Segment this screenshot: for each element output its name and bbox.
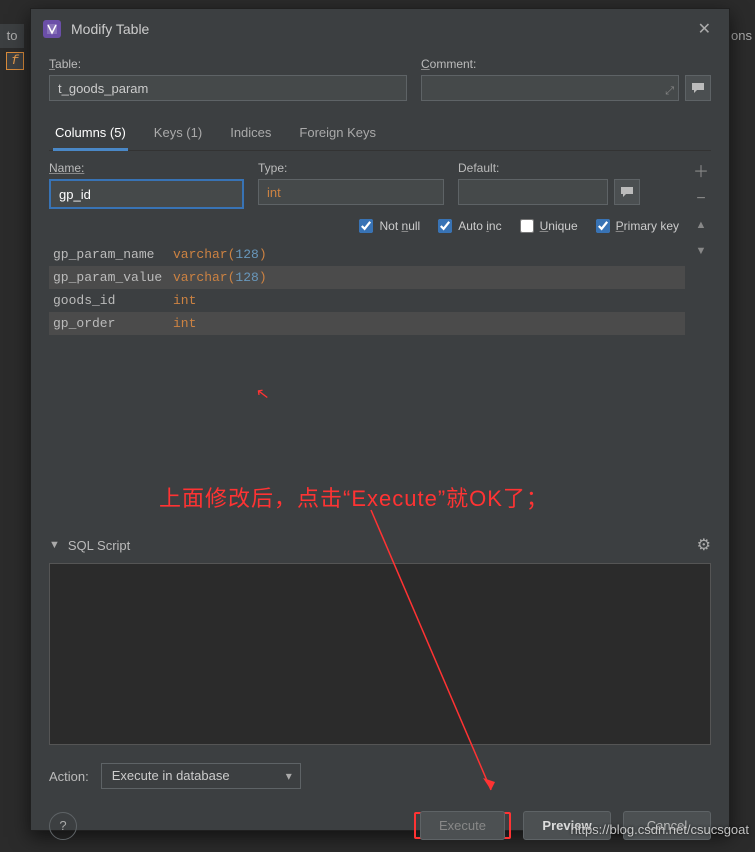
default-label: Default: [458, 161, 640, 175]
help-button[interactable]: ? [49, 812, 77, 840]
annotation-small-arrow: ↖ [255, 383, 271, 405]
table-input[interactable] [49, 75, 407, 101]
unique-check[interactable]: UniqueUnique [520, 219, 578, 233]
action-label: Action: [49, 769, 89, 784]
modify-table-dialog: Modify Table ✕ TaTable:ble: Comment:Comm… [30, 8, 730, 831]
column-tools: ＋ − ▲ ▼ [691, 165, 711, 335]
tabs: Columns (5) Keys (1) Indices Foreign Key… [49, 119, 711, 151]
window-title: Modify Table [71, 21, 682, 37]
list-item[interactable]: gp_order int [49, 312, 685, 335]
annotation-arrow [371, 510, 491, 800]
background-fragment-left: to [0, 24, 24, 48]
sql-script-label: SQL Script [68, 538, 130, 553]
tab-columns[interactable]: Columns (5) [53, 119, 128, 150]
execute-highlight: Execute [414, 812, 511, 839]
background-fragment-right: ons [731, 24, 755, 48]
comment-edit-button[interactable] [685, 75, 711, 101]
tab-keys[interactable]: Keys (1) [152, 119, 204, 150]
expand-icon[interactable]: ⤢ [665, 85, 674, 98]
list-item[interactable]: gp_param_name varchar(128) [49, 243, 685, 266]
primary-key-check[interactable]: Primary keyPrimary key [596, 219, 679, 233]
move-down-icon[interactable]: ▼ [696, 243, 707, 259]
speech-bubble-icon [620, 185, 634, 199]
column-editor: Name: Type: Default: [49, 161, 685, 335]
tab-indices[interactable]: Indices [228, 119, 273, 150]
watermark: https://blog.csdn.net/csucsgoat [571, 822, 750, 837]
comment-label: Comment:Comment: [421, 57, 711, 71]
column-type-input[interactable] [258, 179, 444, 205]
chevron-down-icon: ▼ [49, 539, 60, 551]
action-select[interactable]: Execute in database [101, 763, 301, 789]
close-icon[interactable]: ✕ [692, 17, 717, 41]
table-label: TaTable:ble: [49, 57, 407, 71]
sidebar-function-icon: f [6, 52, 24, 70]
default-edit-button[interactable] [614, 179, 640, 205]
execute-button[interactable]: Execute [420, 811, 505, 840]
type-label: Type: [258, 161, 444, 175]
auto-inc-check[interactable]: Auto incAuto inc [438, 219, 501, 233]
not-null-check[interactable]: Not nullNot null [359, 219, 420, 233]
app-icon [43, 20, 61, 38]
gear-icon[interactable]: ⚙ [697, 535, 711, 555]
titlebar: Modify Table ✕ [31, 9, 729, 49]
name-label: Name: [49, 161, 244, 175]
annotation-text: 上面修改后，点击“Execute”就OK了； [159, 481, 549, 513]
column-checks: Not nullNot null Auto incAuto inc Unique… [49, 219, 685, 233]
table-field: TaTable:ble: [49, 57, 407, 101]
remove-column-icon[interactable]: − [696, 191, 705, 207]
tab-foreign-keys[interactable]: Foreign Keys [297, 119, 378, 150]
columns-list: gp_param_name varchar(128) gp_param_valu… [49, 243, 685, 335]
move-up-icon[interactable]: ▲ [696, 217, 707, 233]
list-item[interactable]: goods_id int [49, 289, 685, 312]
column-default-input[interactable] [458, 179, 608, 205]
add-column-icon[interactable]: ＋ [693, 165, 709, 181]
comment-field: Comment:Comment: ⤢ [421, 57, 711, 101]
column-name-input[interactable] [49, 179, 244, 209]
list-item[interactable]: gp_param_value varchar(128) [49, 266, 685, 289]
speech-bubble-icon [691, 81, 705, 95]
comment-input[interactable]: ⤢ [421, 75, 679, 101]
